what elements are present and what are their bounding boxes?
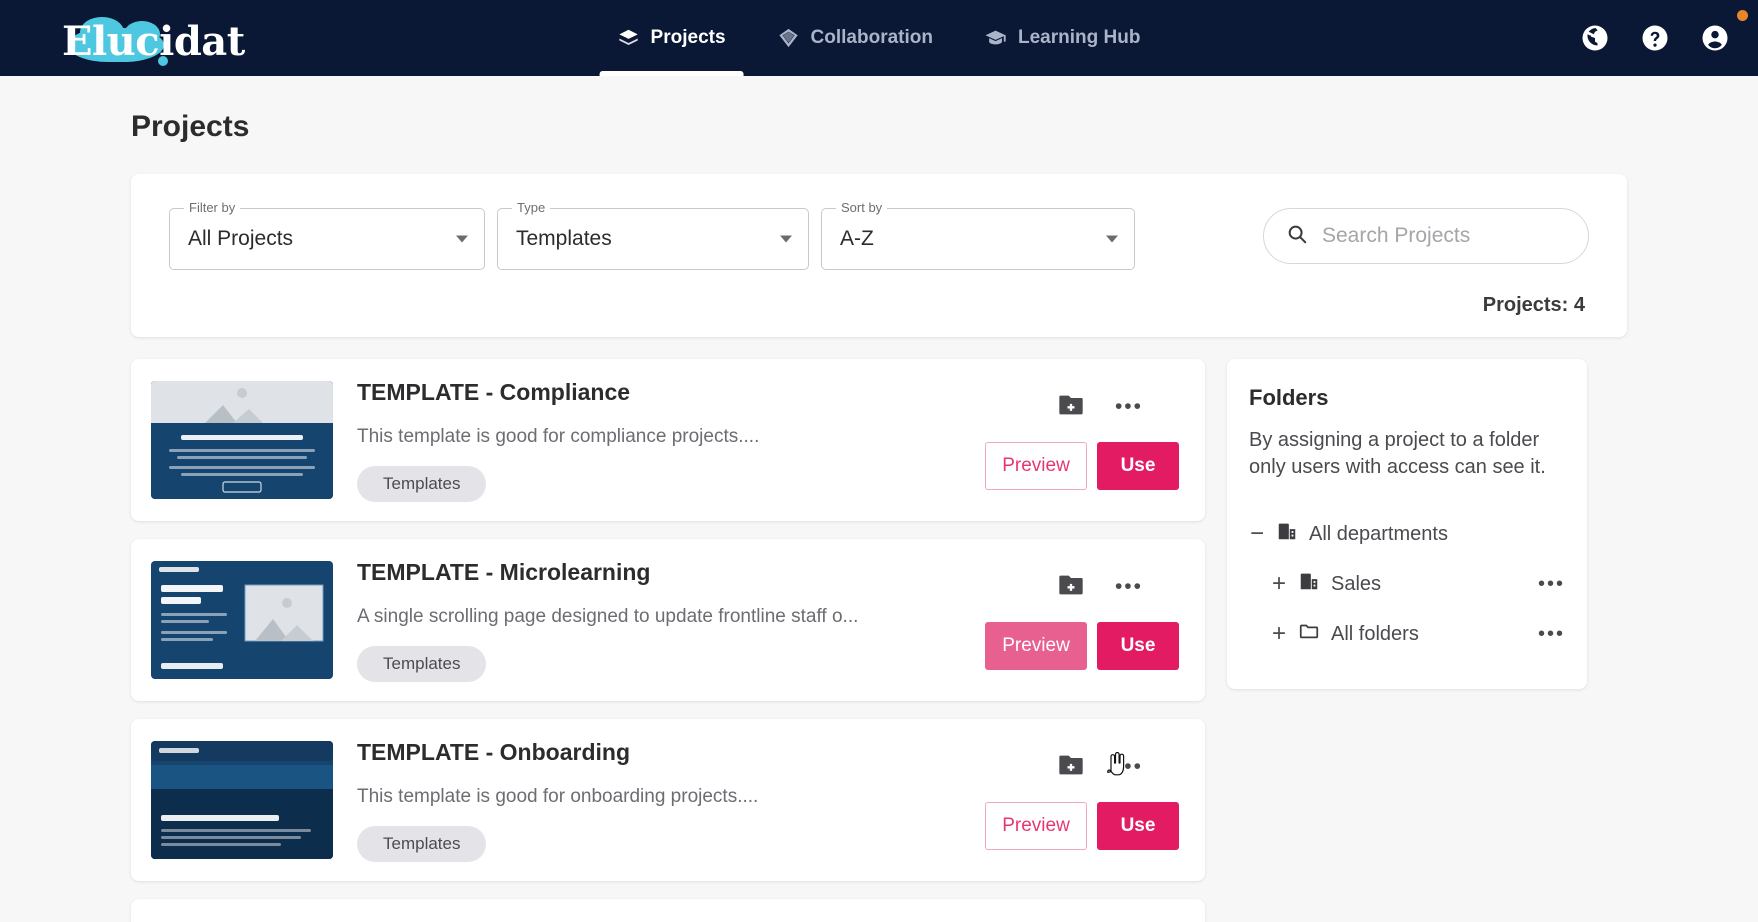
- project-actions: ••• Preview Use: [985, 539, 1179, 701]
- expand-toggle-icon[interactable]: +: [1271, 620, 1287, 648]
- folders-title: Folders: [1249, 385, 1329, 410]
- diamond-icon: [778, 27, 800, 49]
- folder-tree: − All departments + Sales ••• + All fold…: [1249, 509, 1565, 659]
- folders-description: By assigning a project to a folder only …: [1249, 429, 1546, 478]
- folder-plus-icon[interactable]: [1057, 391, 1085, 424]
- folder-icon: [1298, 620, 1320, 648]
- more-options-icon[interactable]: •••: [1115, 395, 1143, 419]
- preview-button[interactable]: Preview: [985, 441, 1087, 490]
- project-list: TEMPLATE - Compliance This template is g…: [131, 359, 1205, 922]
- building-icon: [1298, 570, 1320, 598]
- preview-button[interactable]: Preview: [985, 801, 1087, 850]
- project-actions: ••• Preview Use: [985, 359, 1179, 521]
- project-card[interactable]: TEMPLATE - Onboarding This template is g…: [131, 719, 1205, 881]
- main-columns: TEMPLATE - Compliance This template is g…: [131, 359, 1631, 922]
- folder-more-options-icon[interactable]: •••: [1538, 623, 1565, 646]
- sort-by-select[interactable]: Sort by A-Z: [821, 200, 1135, 270]
- page-title: Projects: [131, 110, 250, 143]
- type-select[interactable]: Type Templates: [497, 200, 809, 270]
- help-icon[interactable]: [1640, 23, 1670, 53]
- tab-learning-hub[interactable]: Learning Hub: [959, 0, 1166, 76]
- tab-collaboration[interactable]: Collaboration: [752, 0, 959, 76]
- folder-tree-label: All departments: [1309, 522, 1448, 545]
- sort-by-label: Sort by: [836, 200, 888, 215]
- use-button[interactable]: Use: [1097, 621, 1179, 670]
- filter-panel: Filter by All Projects Type Templates So…: [131, 174, 1627, 337]
- expand-toggle-icon[interactable]: +: [1271, 570, 1287, 598]
- project-count-row: Projects: 4: [169, 294, 1589, 317]
- more-options-icon[interactable]: •••: [1115, 755, 1143, 779]
- project-tag: Templates: [357, 465, 487, 502]
- notification-dot: [1737, 10, 1748, 21]
- folder-tree-item-sales[interactable]: + Sales •••: [1249, 559, 1565, 609]
- filter-by-value: All Projects: [188, 227, 294, 250]
- project-tag: Templates: [357, 825, 487, 862]
- page-content: Projects Filter by All Projects Type Tem…: [0, 76, 1758, 922]
- type-label: Type: [512, 200, 551, 215]
- tab-projects[interactable]: Projects: [592, 0, 752, 76]
- project-count: Projects: 4: [1482, 294, 1585, 316]
- preview-button[interactable]: Preview: [985, 621, 1087, 670]
- type-value: Templates: [516, 227, 612, 250]
- folder-tree-label: Sales: [1331, 572, 1382, 595]
- chevron-down-icon: [456, 235, 468, 243]
- filter-by-label: Filter by: [184, 200, 241, 215]
- use-button[interactable]: Use: [1097, 441, 1179, 490]
- graduation-cap-icon: [985, 27, 1007, 49]
- folder-plus-icon[interactable]: [1057, 571, 1085, 604]
- more-options-icon[interactable]: •••: [1115, 575, 1143, 599]
- project-thumbnail: [151, 381, 333, 499]
- project-thumbnail: [151, 561, 333, 679]
- chevron-down-icon: [780, 235, 792, 243]
- layers-icon: [618, 27, 640, 49]
- search-icon: [1286, 223, 1308, 250]
- tab-projects-label: Projects: [650, 27, 726, 48]
- elucidat-logo[interactable]: Elucidat: [34, 10, 245, 66]
- search-box[interactable]: [1263, 208, 1589, 264]
- top-right-icons: [1580, 0, 1730, 76]
- account-icon[interactable]: [1700, 23, 1730, 53]
- folder-plus-icon[interactable]: [1057, 751, 1085, 784]
- top-navigation-bar: Elucidat Projects Collaboration Learning…: [0, 0, 1758, 76]
- project-card-partial[interactable]: [131, 899, 1205, 922]
- logo-text: Elucidat: [62, 18, 245, 65]
- folder-tree-item-all-folders[interactable]: + All folders •••: [1249, 609, 1565, 659]
- project-tag: Templates: [357, 645, 487, 682]
- project-card[interactable]: TEMPLATE - Microlearning A single scroll…: [131, 539, 1205, 701]
- filter-selects: Filter by All Projects Type Templates So…: [169, 200, 1135, 270]
- content-area: Filter by All Projects Type Templates So…: [131, 174, 1631, 922]
- chevron-down-icon: [1106, 235, 1118, 243]
- project-thumbnail: [151, 741, 333, 859]
- project-card[interactable]: TEMPLATE - Compliance This template is g…: [131, 359, 1205, 521]
- collapse-toggle-icon[interactable]: −: [1249, 520, 1265, 548]
- sort-by-value: A-Z: [840, 227, 874, 250]
- filter-by-select[interactable]: Filter by All Projects: [169, 200, 485, 270]
- project-actions: ••• Preview Use: [985, 719, 1179, 881]
- folder-tree-label: All folders: [1331, 622, 1419, 645]
- tab-collaboration-label: Collaboration: [810, 27, 933, 48]
- main-nav-tabs: Projects Collaboration Learning Hub: [592, 0, 1167, 76]
- globe-icon[interactable]: [1580, 23, 1610, 53]
- search-input[interactable]: [1322, 224, 1566, 248]
- building-icon: [1276, 520, 1298, 548]
- folder-tree-item-all-departments[interactable]: − All departments: [1249, 509, 1565, 559]
- folders-panel: Folders By assigning a project to a fold…: [1227, 359, 1587, 689]
- tab-learning-hub-label: Learning Hub: [1017, 27, 1141, 48]
- folder-more-options-icon[interactable]: •••: [1538, 573, 1565, 596]
- use-button[interactable]: Use: [1097, 801, 1179, 850]
